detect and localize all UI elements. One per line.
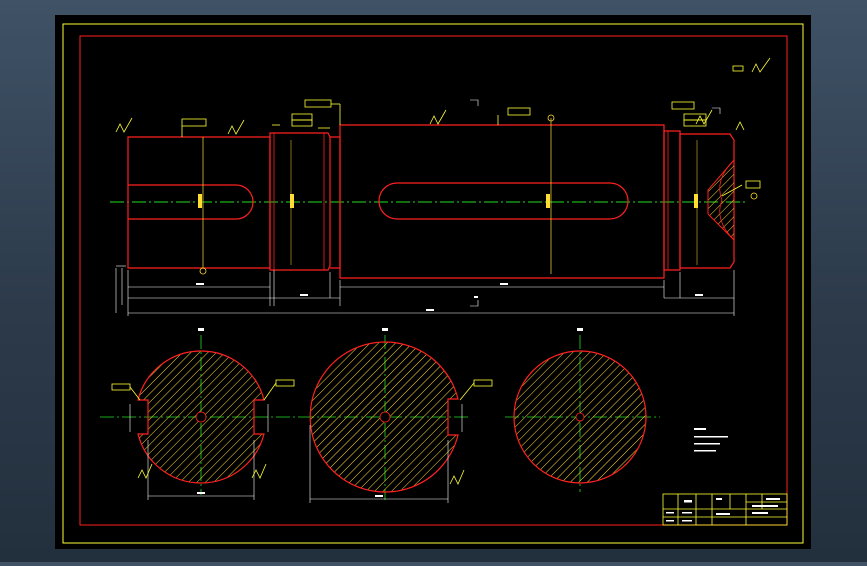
cad-viewport[interactable]	[0, 0, 867, 562]
dim-tag-3	[546, 194, 550, 208]
shaft-drawing	[55, 15, 811, 549]
dim-tag-1	[198, 194, 202, 208]
dim-tag-4	[694, 194, 698, 208]
dim-tag-2	[290, 194, 294, 208]
